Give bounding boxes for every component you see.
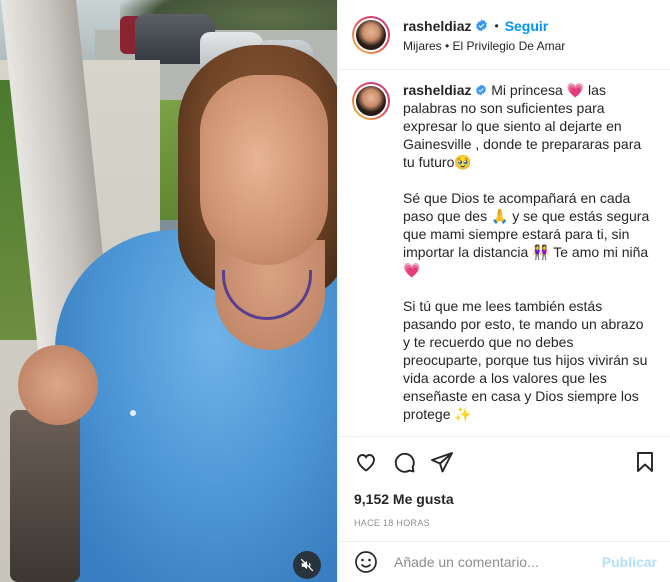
heart-icon <box>357 454 375 472</box>
caption-username[interactable]: rasheldiaz <box>403 82 471 98</box>
caption-text: rasheldiaz Mi princesa 💗 las palabras no… <box>403 81 651 435</box>
verified-badge-icon <box>476 84 487 96</box>
save-button[interactable] <box>633 450 657 474</box>
caption-avatar[interactable] <box>352 82 390 120</box>
comment-bubble-icon <box>394 452 415 473</box>
share-button[interactable] <box>430 450 454 474</box>
comment-button[interactable] <box>392 450 416 474</box>
caption-paragraph: Sé que Dios te acompañará en cada paso q… <box>403 190 650 278</box>
verified-badge-icon <box>476 19 488 32</box>
bookmark-icon <box>637 452 653 472</box>
caption-section: rasheldiaz Mi princesa 💗 las palabras no… <box>338 71 670 435</box>
location-link[interactable]: Mijares • El Privilegio De Amar <box>403 40 565 52</box>
separator-dot: • <box>494 18 499 33</box>
video-player[interactable] <box>0 0 337 582</box>
mute-button[interactable] <box>293 551 321 579</box>
post-timestamp[interactable]: HACE 18 HORAS <box>354 518 430 528</box>
post-actions: 9,152 Me gusta HACE 18 HORAS <box>338 436 670 556</box>
video-frame <box>0 0 337 582</box>
instagram-post: rasheldiaz • Seguir Mijares • El Privile… <box>0 0 670 582</box>
username-link[interactable]: rasheldiaz <box>403 19 471 33</box>
smiley-icon[interactable] <box>354 550 378 574</box>
post-side-panel: rasheldiaz • Seguir Mijares • El Privile… <box>337 0 670 582</box>
likes-count[interactable]: 9,152 Me gusta <box>354 491 454 507</box>
comment-input[interactable] <box>394 554 594 570</box>
follow-button[interactable]: Seguir <box>505 19 549 33</box>
comment-form: Publicar <box>338 541 670 582</box>
like-button[interactable] <box>354 450 378 474</box>
paper-plane-icon <box>431 452 453 473</box>
post-header: rasheldiaz • Seguir Mijares • El Privile… <box>338 0 670 70</box>
publish-button[interactable]: Publicar <box>602 554 657 570</box>
speaker-muted-icon <box>300 558 314 572</box>
avatar[interactable] <box>352 15 390 54</box>
caption-paragraph: Si tú que me lees también estás pasando … <box>403 298 648 422</box>
